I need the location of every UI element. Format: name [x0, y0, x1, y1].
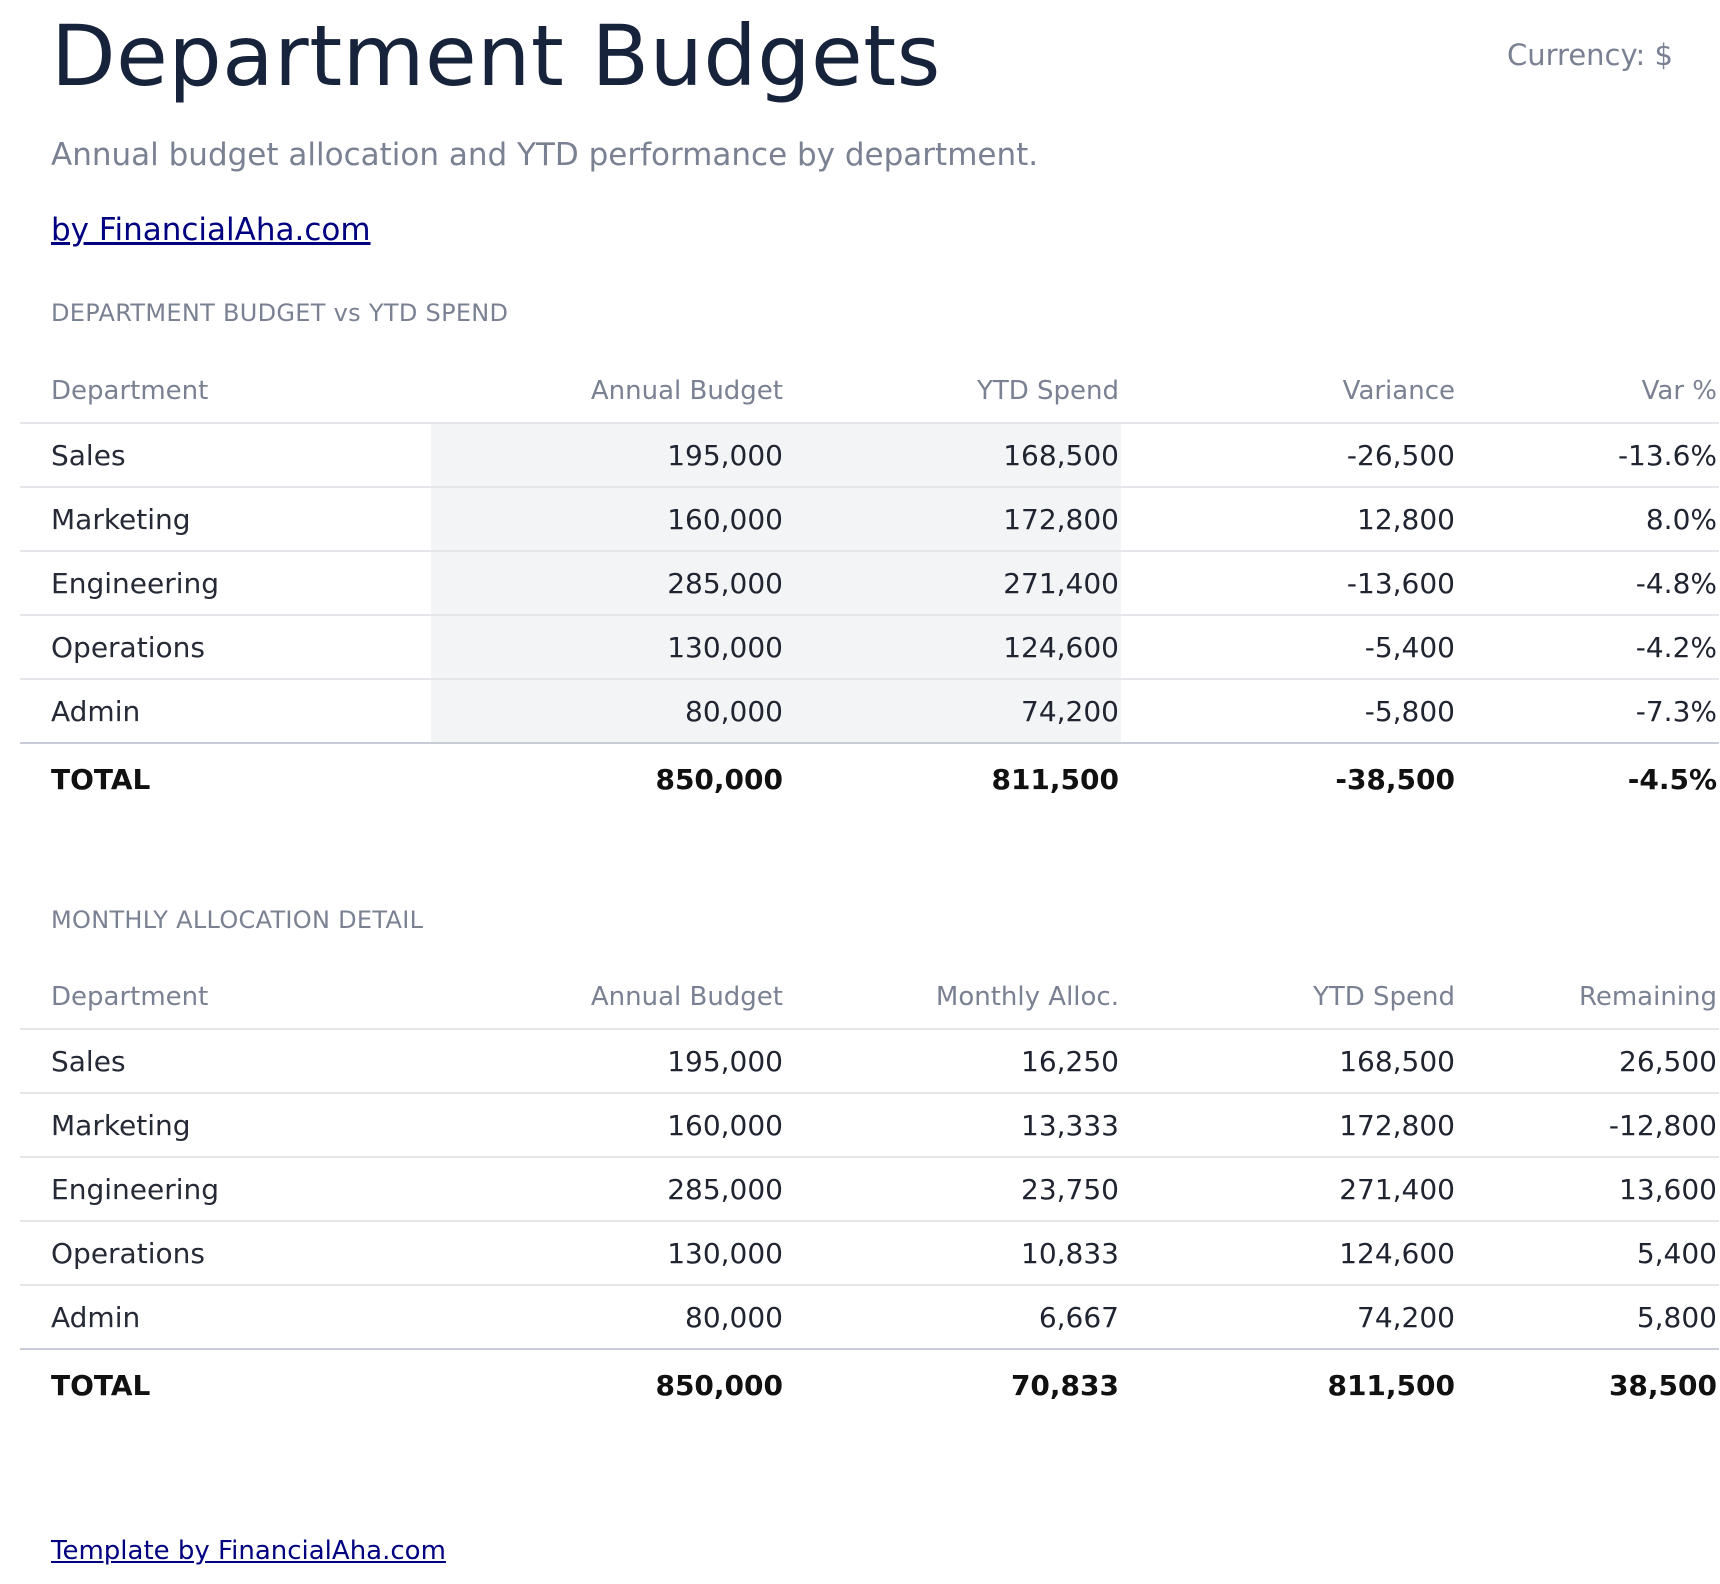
variance-cell: -26,500: [1121, 423, 1457, 488]
ytd-spend-cell: 124,600: [1121, 1221, 1457, 1286]
variance-cell: 12,800: [1121, 487, 1457, 552]
budget-vs-spend-table: Department Annual Budget YTD Spend Varia…: [20, 360, 1719, 814]
annual-budget-cell: 130,000: [431, 615, 785, 680]
total-label: TOTAL: [51, 762, 151, 796]
var-pct-cell: -13.6%: [1457, 423, 1719, 488]
brand-link[interactable]: by FinancialAha.com: [51, 212, 371, 248]
column-header-remaining: Remaining: [1457, 966, 1719, 1030]
ytd-spend-cell: 168,500: [1121, 1029, 1457, 1094]
remaining-cell: 26,500: [1457, 1029, 1719, 1094]
table-row: Admin 80,000 74,200 -5,800 -7.3%: [20, 679, 1719, 744]
column-header-department: Department: [20, 966, 431, 1030]
monthly-alloc-cell: 6,667: [785, 1285, 1121, 1350]
annual-budget-cell: 285,000: [431, 1157, 785, 1222]
total-variance: -38,500: [1335, 762, 1455, 796]
page-subtitle: Annual budget allocation and YTD perform…: [51, 137, 1039, 173]
table-row: Sales 195,000 16,250 168,500 26,500: [20, 1029, 1719, 1094]
footer-template-link[interactable]: Template by FinancialAha.com: [51, 1536, 446, 1566]
total-ytd-spend: 811,500: [991, 762, 1119, 796]
annual-budget-cell: 195,000: [431, 423, 785, 488]
column-header-ytd-spend: YTD Spend: [1121, 966, 1457, 1030]
column-header-monthly-alloc: Monthly Alloc.: [785, 966, 1121, 1030]
var-pct-cell: -4.8%: [1457, 551, 1719, 616]
section-label-monthly-allocation: MONTHLY ALLOCATION DETAIL: [51, 906, 424, 934]
total-annual-budget: 850,000: [655, 1368, 783, 1402]
page-title: Department Budgets: [51, 7, 941, 105]
total-monthly-alloc: 70,833: [1010, 1368, 1119, 1402]
remaining-cell: 5,800: [1457, 1285, 1719, 1350]
column-header-variance: Variance: [1121, 360, 1457, 424]
currency-label: Currency: $: [1507, 38, 1673, 72]
column-header-annual-budget: Annual Budget: [431, 966, 785, 1030]
remaining-cell: 5,400: [1457, 1221, 1719, 1286]
annual-budget-cell: 285,000: [431, 551, 785, 616]
ytd-spend-cell: 168,500: [785, 423, 1121, 488]
monthly-alloc-cell: 16,250: [785, 1029, 1121, 1094]
department-cell: Marketing: [20, 1093, 431, 1158]
total-row: TOTAL 850,000 811,500 -38,500 -4.5%: [20, 743, 1719, 814]
table-header-row: Department Annual Budget YTD Spend Varia…: [20, 360, 1719, 424]
monthly-alloc-cell: 13,333: [785, 1093, 1121, 1158]
department-cell: Engineering: [20, 551, 431, 616]
section-label-budget-vs-spend: DEPARTMENT BUDGET vs YTD SPEND: [51, 299, 509, 327]
annual-budget-cell: 80,000: [431, 679, 785, 744]
table-row: Sales 195,000 168,500 -26,500 -13.6%: [20, 423, 1719, 488]
monthly-allocation-table: Department Annual Budget Monthly Alloc. …: [20, 966, 1719, 1420]
department-cell: Admin: [20, 1285, 431, 1350]
annual-budget-cell: 130,000: [431, 1221, 785, 1286]
table-row: Engineering 285,000 23,750 271,400 13,60…: [20, 1157, 1719, 1222]
annual-budget-cell: 160,000: [431, 487, 785, 552]
monthly-alloc-cell: 10,833: [785, 1221, 1121, 1286]
total-annual-budget: 850,000: [655, 762, 783, 796]
table-row: Operations 130,000 124,600 -5,400 -4.2%: [20, 615, 1719, 680]
column-header-var-pct: Var %: [1457, 360, 1719, 424]
column-header-annual-budget: Annual Budget: [431, 360, 785, 424]
ytd-spend-cell: 74,200: [785, 679, 1121, 744]
annual-budget-cell: 195,000: [431, 1029, 785, 1094]
table-header-row: Department Annual Budget Monthly Alloc. …: [20, 966, 1719, 1030]
department-cell: Sales: [20, 1029, 431, 1094]
total-var-pct: -4.5%: [1627, 762, 1717, 796]
total-remaining: 38,500: [1608, 1368, 1717, 1402]
ytd-spend-cell: 124,600: [785, 615, 1121, 680]
ytd-spend-cell: 271,400: [785, 551, 1121, 616]
ytd-spend-cell: 271,400: [1121, 1157, 1457, 1222]
column-header-department: Department: [20, 360, 431, 424]
budget-sheet: Department Budgets Currency: $ Annual bu…: [0, 0, 1720, 1584]
ytd-spend-cell: 172,800: [1121, 1093, 1457, 1158]
table-row: Operations 130,000 10,833 124,600 5,400: [20, 1221, 1719, 1286]
department-cell: Operations: [20, 1221, 431, 1286]
department-cell: Engineering: [20, 1157, 431, 1222]
total-row: TOTAL 850,000 70,833 811,500 38,500: [20, 1349, 1719, 1420]
annual-budget-cell: 160,000: [431, 1093, 785, 1158]
var-pct-cell: -7.3%: [1457, 679, 1719, 744]
total-label: TOTAL: [51, 1368, 151, 1402]
ytd-spend-cell: 74,200: [1121, 1285, 1457, 1350]
ytd-spend-cell: 172,800: [785, 487, 1121, 552]
var-pct-cell: 8.0%: [1457, 487, 1719, 552]
table-row: Admin 80,000 6,667 74,200 5,800: [20, 1285, 1719, 1350]
var-pct-cell: -4.2%: [1457, 615, 1719, 680]
table-row: Marketing 160,000 172,800 12,800 8.0%: [20, 487, 1719, 552]
remaining-cell: -12,800: [1457, 1093, 1719, 1158]
monthly-alloc-cell: 23,750: [785, 1157, 1121, 1222]
annual-budget-cell: 80,000: [431, 1285, 785, 1350]
table-row: Engineering 285,000 271,400 -13,600 -4.8…: [20, 551, 1719, 616]
department-cell: Admin: [20, 679, 431, 744]
remaining-cell: 13,600: [1457, 1157, 1719, 1222]
variance-cell: -5,800: [1121, 679, 1457, 744]
department-cell: Operations: [20, 615, 431, 680]
table-row: Marketing 160,000 13,333 172,800 -12,800: [20, 1093, 1719, 1158]
department-cell: Marketing: [20, 487, 431, 552]
total-ytd-spend: 811,500: [1327, 1368, 1455, 1402]
column-header-ytd-spend: YTD Spend: [785, 360, 1121, 424]
variance-cell: -5,400: [1121, 615, 1457, 680]
variance-cell: -13,600: [1121, 551, 1457, 616]
department-cell: Sales: [20, 423, 431, 488]
